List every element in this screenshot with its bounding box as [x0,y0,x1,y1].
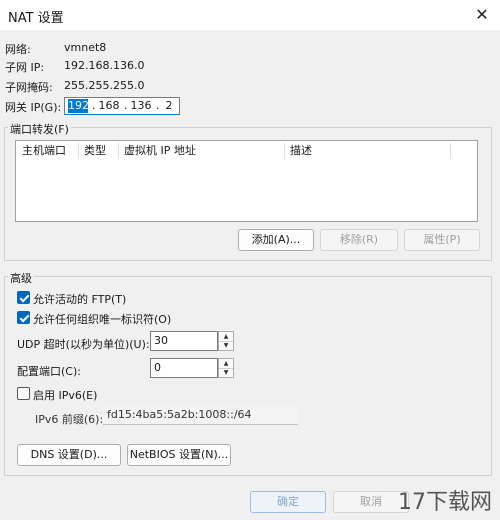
allow-org-id-checkbox[interactable] [17,311,30,324]
network-label: 网络: [5,43,31,56]
column-divider [284,143,285,159]
gateway-ip-input[interactable]: 192 . 168 . 136 . 2 [64,97,180,115]
close-icon[interactable]: ✕ [470,5,494,25]
config-port-input[interactable]: 0 [150,358,218,378]
dns-settings-button[interactable]: DNS 设置(D)... [17,444,121,466]
config-port-stepper[interactable]: ▲ ▼ [218,358,234,378]
window-title: NAT 设置 [8,11,64,26]
subnet-ip-label: 子网 IP: [5,61,45,74]
octet-dot: . [124,99,128,112]
chevron-down-icon[interactable]: ▼ [219,341,233,350]
gateway-octet-2[interactable]: 168 [98,99,120,113]
netbios-settings-button[interactable]: NetBIOS 设置(N)... [127,444,231,466]
port-forwarding-list[interactable]: 主机端口 类型 虚拟机 IP 地址 描述 [15,140,478,222]
enable-ipv6-label[interactable]: 启用 IPv6(E) [33,387,97,403]
port-forwarding-label: 端口转发(F) [8,121,71,137]
ipv6-prefix-label: IPv6 前缀(6): [35,413,104,426]
column-divider [78,143,79,159]
column-divider [118,143,119,159]
network-value: vmnet8 [64,41,107,54]
ok-button[interactable]: 确定 [250,491,326,513]
gateway-octet-3[interactable]: 136 [130,99,152,113]
column-header-vm-ip[interactable]: 虚拟机 IP 地址 [124,143,196,159]
gateway-octet-1[interactable]: 192 [68,99,89,113]
column-header-type[interactable]: 类型 [84,143,106,159]
config-port-value: 0 [154,361,161,374]
chevron-down-icon[interactable]: ▼ [219,368,233,377]
properties-button[interactable]: 属性(P) [404,229,480,251]
column-header-host-port[interactable]: 主机端口 [22,143,66,159]
allow-ftp-checkbox[interactable] [17,291,30,304]
gateway-octet-4[interactable]: 2 [162,99,176,113]
udp-timeout-stepper[interactable]: ▲ ▼ [218,331,234,351]
udp-timeout-label: UDP 超时(以秒为单位)(U): [17,338,150,351]
column-header-description[interactable]: 描述 [290,143,312,159]
octet-dot: . [92,99,96,112]
ipv6-prefix-value: fd15:4ba5:5a2b:1008::/64 [107,408,252,421]
subnet-mask-value: 255.255.255.0 [64,79,145,92]
remove-button[interactable]: 移除(R) [320,229,398,251]
octet-dot: . [156,99,160,112]
ipv6-prefix-input[interactable]: fd15:4ba5:5a2b:1008::/64 [103,405,298,425]
watermark-logo: 17下载网 [398,490,492,515]
add-button[interactable]: 添加(A)... [238,229,314,251]
subnet-ip-value: 192.168.136.0 [64,59,145,72]
gateway-label: 网关 IP(G): [5,101,62,114]
column-divider [450,143,451,159]
udp-timeout-input[interactable]: 30 [150,331,218,351]
allow-ftp-label[interactable]: 允许活动的 FTP(T) [33,291,126,307]
advanced-label: 高级 [8,270,34,286]
subnet-mask-label: 子网掩码: [5,81,53,94]
enable-ipv6-checkbox[interactable] [17,387,30,400]
title-bar [0,0,500,30]
udp-timeout-value: 30 [154,334,168,347]
allow-org-id-label[interactable]: 允许任何组织唯一标识符(O) [33,311,171,327]
config-port-label: 配置端口(C): [17,365,81,378]
